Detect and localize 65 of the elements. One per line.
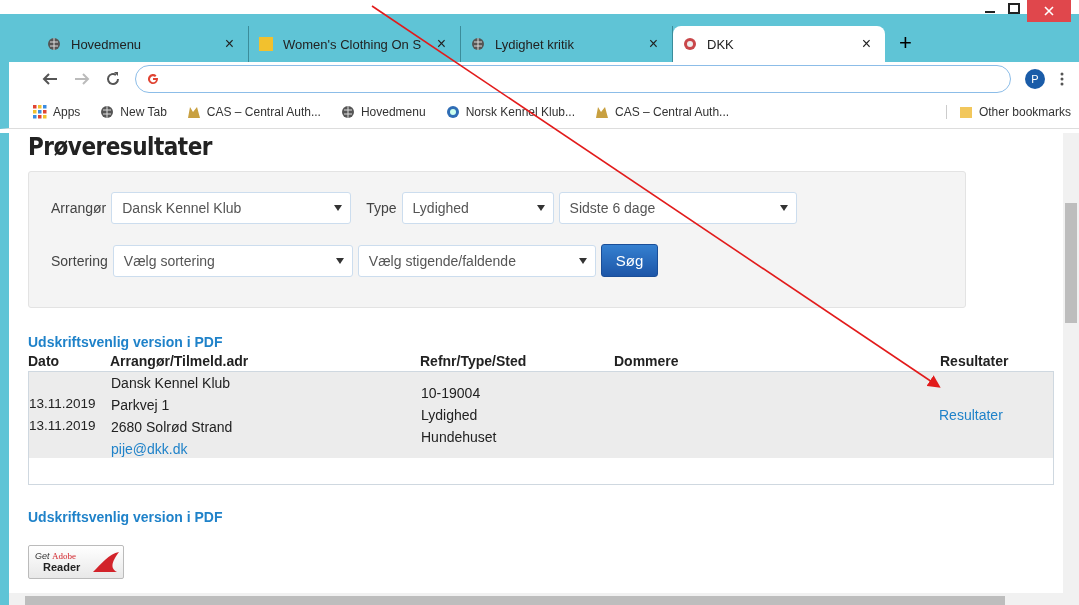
profile-avatar[interactable]: P: [1025, 68, 1045, 89]
pdf-link[interactable]: Udskriftsvenlig version i PDF: [28, 509, 1064, 525]
dropdown-caret-icon: [334, 205, 343, 211]
round-badge-icon: [445, 104, 460, 119]
page-title: Prøveresultater: [28, 133, 214, 161]
filter-label: Arrangør: [51, 200, 107, 216]
tab-title: Lydighet kritik: [495, 36, 575, 52]
dropdown-caret-icon: [536, 205, 545, 211]
column-header: Dato: [28, 353, 61, 371]
close-tab-button[interactable]: ×: [861, 35, 871, 53]
tab-title: Hovedmenu: [71, 36, 143, 52]
bookmark-folder[interactable]: Other bookmarks: [945, 104, 1071, 119]
column-header: Refnr/Type/Sted: [420, 353, 528, 371]
dropdown-select[interactable]: Vælg stigende/faldende: [357, 244, 596, 277]
bookmark-item[interactable]: Hovedmenu: [340, 104, 426, 119]
globe-icon: [100, 104, 115, 119]
dropdown-select[interactable]: Vælg sortering: [112, 244, 353, 277]
results-link[interactable]: Resultater: [939, 404, 1053, 426]
dropdown-select[interactable]: Dansk Kennel Klub: [111, 192, 352, 224]
bookmark-item[interactable]: CAS – Central Auth...: [595, 104, 730, 119]
filter-label: Type: [366, 200, 397, 216]
dropdown-select[interactable]: Lydighed: [401, 192, 554, 224]
bookmark-item[interactable]: Apps: [33, 104, 81, 119]
back-arrow-icon[interactable]: [41, 70, 59, 87]
bookmark-item[interactable]: New Tab: [100, 104, 167, 119]
dropdown-caret-icon: [578, 257, 587, 264]
ref-line: Hundehuset: [421, 428, 498, 447]
dropdown-caret-icon: [779, 205, 788, 211]
folder-icon: [958, 104, 973, 119]
apps-grid-icon: [33, 104, 47, 119]
filter-label: Sortering: [51, 252, 108, 269]
menu-dots-icon[interactable]: [1059, 70, 1065, 87]
dropdown-caret-icon: [335, 257, 344, 264]
organizer-line: 2680 Solrød Strand: [111, 418, 234, 437]
horizontal-scrollbar[interactable]: [9, 593, 1079, 605]
close-tab-button[interactable]: ×: [436, 35, 446, 53]
pdf-link[interactable]: Udskriftsvenlig version i PDF: [28, 334, 1064, 350]
organizer-line: Dansk Kennel Klub: [111, 374, 232, 393]
tab-title: Women's Clothing On S: [283, 36, 423, 52]
tab-title: DKK: [707, 36, 735, 52]
dropdown-select[interactable]: Sidste 6 dage: [558, 192, 797, 224]
round-badge-icon: [683, 37, 697, 51]
globe-icon: [471, 37, 485, 51]
column-header: Arrangør/Tilmeld.adr: [110, 353, 250, 371]
reload-icon[interactable]: [105, 70, 121, 87]
ref-line: 10-19004: [421, 384, 482, 403]
globe-icon: [340, 104, 355, 119]
get-adobe-reader-badge[interactable]: Get Adobe Reader: [28, 545, 124, 579]
vertical-scrollbar[interactable]: [1063, 133, 1079, 593]
site-favicon-icon: [259, 37, 273, 51]
google-g-icon: [146, 71, 160, 86]
globe-icon: [47, 37, 61, 51]
date-cell-text: 13.11.2019: [29, 417, 97, 435]
date-cell-text: 13.11.2019: [29, 395, 97, 413]
close-tab-button[interactable]: ×: [648, 35, 658, 53]
email-link[interactable]: pije@dkk.dk: [111, 438, 421, 460]
close-tab-button[interactable]: ×: [224, 35, 234, 53]
browser-tab[interactable]: DKK ×: [673, 26, 885, 62]
column-header: Dommere: [614, 353, 680, 371]
search-button[interactable]: Søg: [600, 244, 659, 277]
ref-line: Lydighed: [421, 406, 479, 425]
bookmark-item[interactable]: CAS – Central Auth...: [186, 104, 321, 119]
new-tab-button[interactable]: +: [899, 30, 912, 56]
organizer-line: Parkvej 1: [111, 396, 171, 415]
column-header: Resultater: [940, 353, 1010, 371]
